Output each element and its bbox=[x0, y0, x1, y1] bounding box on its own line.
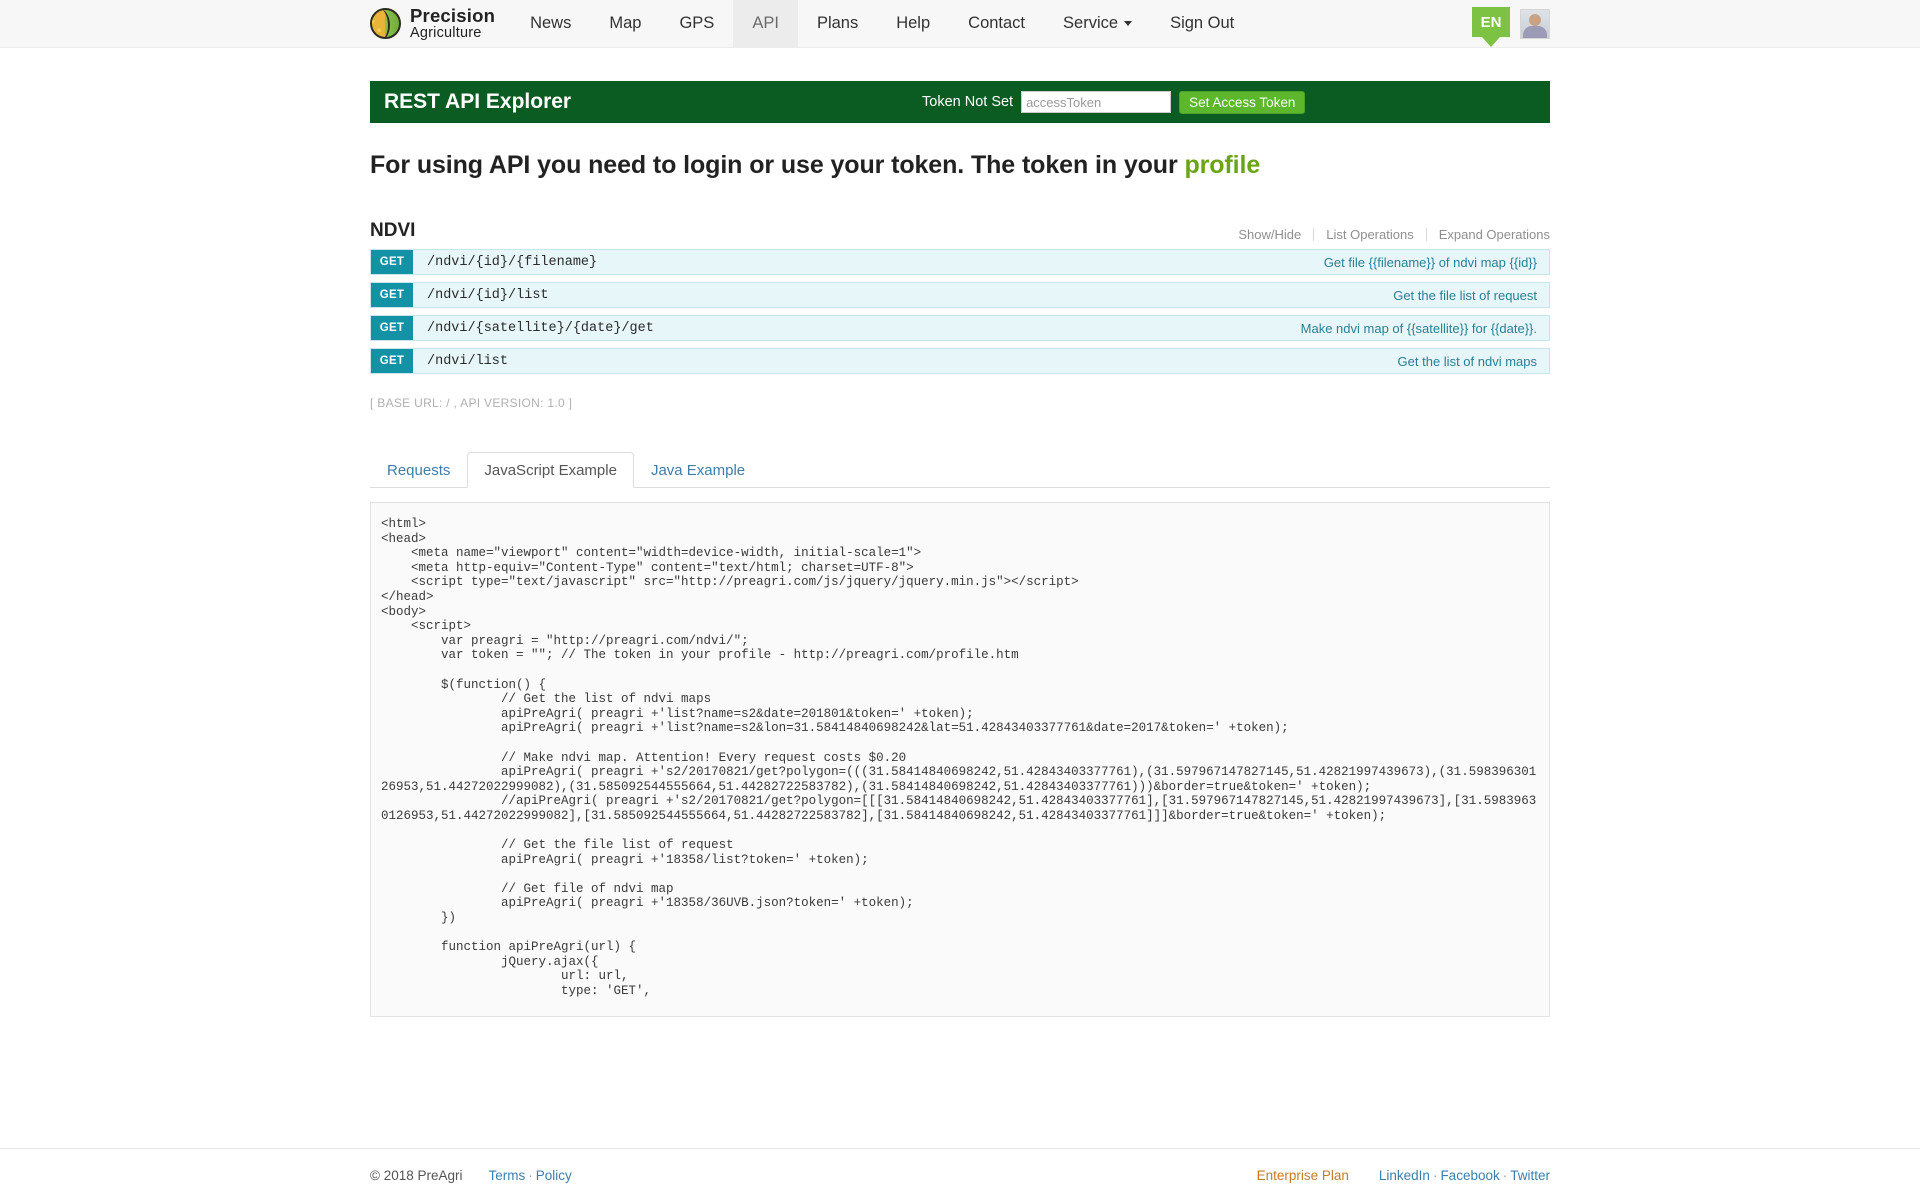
separator: · bbox=[1502, 1167, 1508, 1183]
nav-item-contact[interactable]: Contact bbox=[949, 0, 1044, 47]
nav-item-api[interactable]: API bbox=[733, 0, 798, 47]
http-method-badge[interactable]: GET bbox=[371, 283, 413, 307]
footer-right: Enterprise Plan LinkedIn · Facebook · Twitte… bbox=[1257, 1168, 1550, 1183]
api-explorer-title: REST API Explorer bbox=[384, 90, 572, 113]
separator: · bbox=[1432, 1167, 1438, 1183]
list-operations-link[interactable]: List Operations bbox=[1314, 227, 1425, 242]
separator: · bbox=[528, 1167, 533, 1183]
resource-title-ndvi: NDVI bbox=[370, 220, 416, 241]
operation-path[interactable]: /ndvi/{satellite}/{date}/get bbox=[413, 316, 1301, 340]
operation-row[interactable]: GET /ndvi/{id}/{filename} Get file {{fil… bbox=[370, 249, 1550, 275]
show-hide-link[interactable]: Show/Hide bbox=[1238, 227, 1313, 242]
example-tabs: Requests JavaScript Example Java Example bbox=[370, 452, 1550, 488]
nav-item-gps[interactable]: GPS bbox=[660, 0, 733, 47]
operation-description[interactable]: Get the file list of request bbox=[1393, 283, 1549, 307]
page-footer: © 2018 PreAgri Terms · Policy Enterprise P… bbox=[0, 1148, 1920, 1200]
nav-item-service-label: Service bbox=[1063, 14, 1119, 32]
operation-row[interactable]: GET /ndvi/{id}/list Get the file list of… bbox=[370, 282, 1550, 308]
facebook-link[interactable]: Facebook bbox=[1440, 1168, 1499, 1183]
tab-requests[interactable]: Requests bbox=[370, 452, 467, 488]
brand-text: Precision Agriculture bbox=[410, 6, 495, 41]
nav-right-cluster: EN bbox=[1472, 0, 1550, 48]
operation-row[interactable]: GET /ndvi/{satellite}/{date}/get Make nd… bbox=[370, 315, 1550, 341]
twitter-link[interactable]: Twitter bbox=[1510, 1168, 1550, 1183]
resource-actions: Show/Hide List Operations Expand Operati… bbox=[1238, 227, 1550, 242]
operation-path[interactable]: /ndvi/{id}/{filename} bbox=[413, 250, 1324, 274]
access-token-input[interactable] bbox=[1021, 91, 1172, 113]
nav-item-sign-out[interactable]: Sign Out bbox=[1151, 0, 1253, 47]
operation-description[interactable]: Get file {{filename}} of ndvi map {{id}} bbox=[1324, 250, 1549, 274]
terms-link[interactable]: Terms bbox=[489, 1168, 526, 1183]
footer-left: © 2018 PreAgri Terms · Policy bbox=[370, 1168, 572, 1183]
profile-link[interactable]: profile bbox=[1184, 151, 1260, 179]
language-selector[interactable]: EN bbox=[1472, 7, 1510, 37]
footer-legal-links: Terms · Policy bbox=[489, 1168, 572, 1183]
page-container: REST API Explorer Token Not Set Set Acce… bbox=[370, 81, 1550, 1017]
operation-path[interactable]: /ndvi/{id}/list bbox=[413, 283, 1393, 307]
avatar[interactable] bbox=[1520, 9, 1550, 39]
nav-item-map[interactable]: Map bbox=[590, 0, 660, 47]
leaf-circle-logo-icon bbox=[370, 8, 401, 39]
set-access-token-button[interactable]: Set Access Token bbox=[1179, 90, 1306, 114]
brand-logo-link[interactable]: Precision Agriculture bbox=[370, 0, 511, 47]
http-method-badge[interactable]: GET bbox=[371, 349, 413, 373]
headline-text: For using API you need to login or use y… bbox=[370, 151, 1185, 179]
nav-item-help[interactable]: Help bbox=[877, 0, 949, 47]
http-method-badge[interactable]: GET bbox=[371, 316, 413, 340]
tab-javascript-example[interactable]: JavaScript Example bbox=[467, 452, 634, 488]
resource-header: NDVI Show/Hide List Operations Expand Op… bbox=[370, 220, 1550, 249]
code-block: <html> <head> <meta name="viewport" cont… bbox=[381, 517, 1537, 998]
api-explorer-header: REST API Explorer Token Not Set Set Acce… bbox=[370, 81, 1550, 123]
chevron-down-icon bbox=[1124, 21, 1133, 26]
operation-description[interactable]: Get the list of ndvi maps bbox=[1398, 349, 1549, 373]
top-navigation-bar: Precision Agriculture News Map GPS API P… bbox=[0, 0, 1920, 48]
example-tabs-container: Requests JavaScript Example Java Example bbox=[370, 452, 1550, 488]
policy-link[interactable]: Policy bbox=[536, 1168, 572, 1183]
operation-row[interactable]: GET /ndvi/list Get the list of ndvi maps bbox=[370, 348, 1550, 374]
nav-item-service[interactable]: Service bbox=[1044, 0, 1151, 47]
base-url-info: [ BASE URL: / , API VERSION: 1.0 ] bbox=[370, 396, 573, 410]
page-title: For using API you need to login or use y… bbox=[370, 151, 1550, 180]
nav-item-news[interactable]: News bbox=[511, 0, 590, 47]
brand-line-2: Agriculture bbox=[410, 24, 482, 41]
copyright-text: © 2018 PreAgri bbox=[370, 1167, 463, 1183]
http-method-badge[interactable]: GET bbox=[371, 250, 413, 274]
operation-description[interactable]: Make ndvi map of {{satellite}} for {{dat… bbox=[1301, 316, 1549, 340]
token-controls: Token Not Set Set Access Token bbox=[922, 81, 1306, 123]
linkedin-link[interactable]: LinkedIn bbox=[1379, 1168, 1430, 1183]
enterprise-plan-link[interactable]: Enterprise Plan bbox=[1257, 1168, 1349, 1183]
token-status-label: Token Not Set bbox=[922, 94, 1014, 110]
nav-item-plans[interactable]: Plans bbox=[798, 0, 877, 47]
operation-path[interactable]: /ndvi/list bbox=[413, 349, 1398, 373]
expand-operations-link[interactable]: Expand Operations bbox=[1427, 227, 1550, 242]
brand-line-1: Precision bbox=[410, 5, 496, 27]
tab-java-example[interactable]: Java Example bbox=[634, 452, 762, 488]
code-example-panel[interactable]: <html> <head> <meta name="viewport" cont… bbox=[370, 502, 1550, 1017]
footer-social-links: LinkedIn · Facebook · Twitter bbox=[1379, 1168, 1550, 1183]
